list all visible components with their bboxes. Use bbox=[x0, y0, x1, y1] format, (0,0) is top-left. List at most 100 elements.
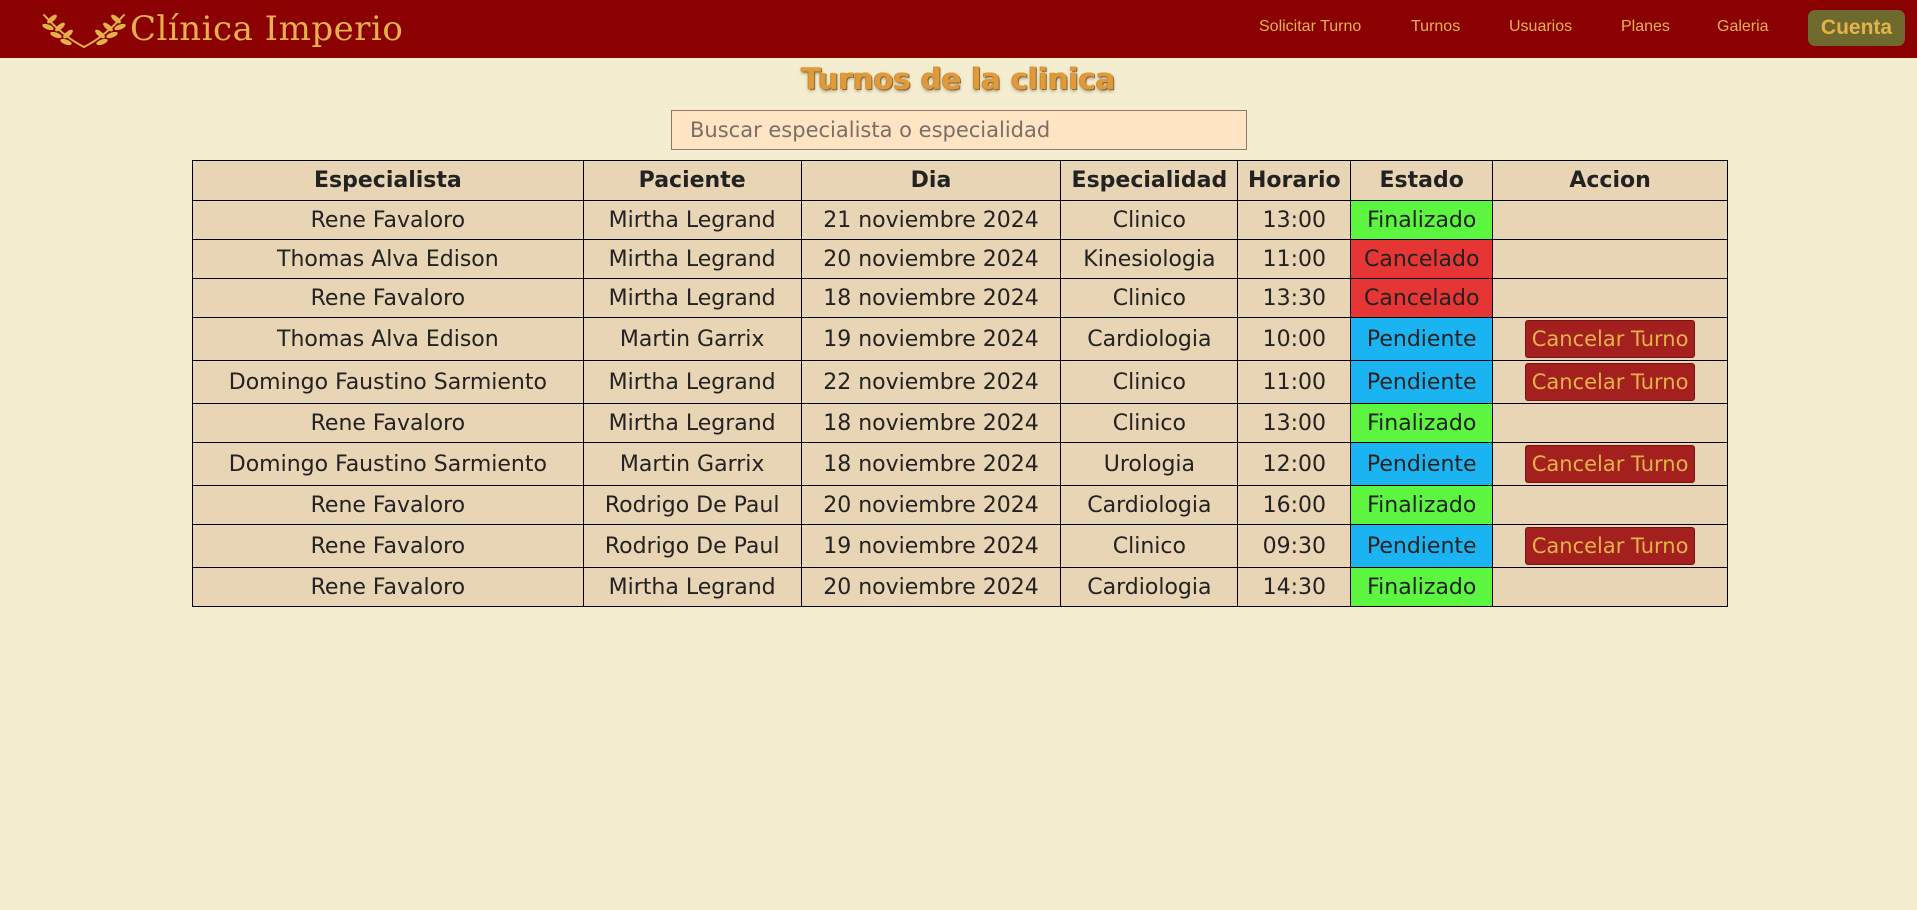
cell-especialista: Rene Favaloro bbox=[192, 403, 584, 443]
cell-especialidad: Urologia bbox=[1060, 442, 1239, 486]
nav-solicitar-turno[interactable]: Solicitar Turno bbox=[1259, 18, 1361, 36]
cell-paciente: Mirtha Legrand bbox=[582, 360, 802, 404]
cell-accion: Cancelar Turno bbox=[1492, 442, 1728, 486]
cell-dia: 18 noviembre 2024 bbox=[800, 403, 1062, 443]
cell-accion bbox=[1492, 485, 1728, 525]
table-row: Domingo Faustino Sarmiento Mirtha Legrand… bbox=[192, 360, 1728, 404]
cell-horario: 13:30 bbox=[1237, 278, 1352, 318]
cell-horario: 10:00 bbox=[1237, 317, 1352, 361]
nav-galeria[interactable]: Galeria bbox=[1717, 18, 1769, 36]
nav-turnos[interactable]: Turnos bbox=[1411, 18, 1460, 36]
cell-dia: 18 noviembre 2024 bbox=[800, 442, 1062, 486]
cell-especialista: Rene Favaloro bbox=[192, 278, 584, 318]
account-button[interactable]: Cuenta bbox=[1808, 10, 1905, 46]
table-row: Rene Favaloro Rodrigo De Paul 20 noviembre… bbox=[192, 485, 1728, 525]
cell-horario: 11:00 bbox=[1237, 239, 1352, 279]
cell-dia: 18 noviembre 2024 bbox=[800, 278, 1062, 318]
cell-horario: 14:30 bbox=[1237, 567, 1352, 607]
nav-usuarios[interactable]: Usuarios bbox=[1509, 18, 1572, 36]
cell-dia: 20 noviembre 2024 bbox=[800, 567, 1062, 607]
cell-especialidad: Clinico bbox=[1060, 403, 1239, 443]
column-header-especialidad: Especialidad bbox=[1060, 160, 1239, 201]
cell-accion bbox=[1492, 567, 1728, 607]
status-badge: Cancelado bbox=[1350, 239, 1494, 279]
cancel-turno-button[interactable]: Cancelar Turno bbox=[1524, 445, 1696, 483]
cell-horario: 16:00 bbox=[1237, 485, 1352, 525]
cell-paciente: Mirtha Legrand bbox=[582, 278, 802, 318]
cell-paciente: Mirtha Legrand bbox=[582, 403, 802, 443]
table-row: Rene Favaloro Mirtha Legrand 18 noviembre … bbox=[192, 403, 1728, 443]
brand-name: Clínica Imperio bbox=[130, 9, 404, 49]
cell-paciente: Martin Garrix bbox=[582, 317, 802, 361]
turnos-table: Especialista Paciente Dia Especialidad H… bbox=[192, 160, 1728, 607]
cell-especialidad: Cardiologia bbox=[1060, 485, 1239, 525]
cell-horario: 13:00 bbox=[1237, 403, 1352, 443]
table-row: Rene Favaloro Rodrigo De Paul 19 noviembre… bbox=[192, 524, 1728, 568]
status-badge: Pendiente bbox=[1350, 317, 1494, 361]
cell-especialista: Rene Favaloro bbox=[192, 567, 584, 607]
column-header-paciente: Paciente bbox=[582, 160, 802, 201]
column-header-estado: Estado bbox=[1350, 160, 1494, 201]
column-header-horario: Horario bbox=[1237, 160, 1352, 201]
cell-dia: 21 noviembre 2024 bbox=[800, 200, 1062, 240]
status-badge: Pendiente bbox=[1350, 442, 1494, 486]
cell-dia: 19 noviembre 2024 bbox=[800, 317, 1062, 361]
cell-especialidad: Kinesiologia bbox=[1060, 239, 1239, 279]
cell-especialista: Thomas Alva Edison bbox=[192, 239, 584, 279]
cell-especialidad: Clinico bbox=[1060, 524, 1239, 568]
cell-horario: 11:00 bbox=[1237, 360, 1352, 404]
cell-especialista: Rene Favaloro bbox=[192, 485, 584, 525]
brand[interactable]: Clínica Imperio bbox=[38, 4, 403, 54]
status-badge: Pendiente bbox=[1350, 524, 1494, 568]
table-row: Rene Favaloro Mirtha Legrand 21 noviembre … bbox=[192, 200, 1728, 240]
cancel-turno-button[interactable]: Cancelar Turno bbox=[1524, 320, 1696, 358]
cell-paciente: Rodrigo De Paul bbox=[582, 485, 802, 525]
cell-accion bbox=[1492, 403, 1728, 443]
cell-horario: 13:00 bbox=[1237, 200, 1352, 240]
cell-especialista: Domingo Faustino Sarmiento bbox=[192, 442, 584, 486]
navbar: Clínica Imperio Solicitar Turno Turnos U… bbox=[0, 0, 1917, 58]
nav-planes[interactable]: Planes bbox=[1621, 18, 1670, 36]
cell-accion bbox=[1492, 239, 1728, 279]
column-header-especialista: Especialista bbox=[192, 160, 584, 201]
table-row: Thomas Alva Edison Mirtha Legrand 20 novie… bbox=[192, 239, 1728, 279]
column-header-dia: Dia bbox=[800, 160, 1062, 201]
status-badge: Cancelado bbox=[1350, 278, 1494, 318]
cell-paciente: Rodrigo De Paul bbox=[582, 524, 802, 568]
table-row: Rene Favaloro Mirtha Legrand 18 noviembre … bbox=[192, 278, 1728, 318]
cell-paciente: Mirtha Legrand bbox=[582, 239, 802, 279]
cell-accion: Cancelar Turno bbox=[1492, 524, 1728, 568]
cell-paciente: Martin Garrix bbox=[582, 442, 802, 486]
cancel-turno-button[interactable]: Cancelar Turno bbox=[1524, 363, 1696, 401]
column-header-accion: Accion bbox=[1492, 160, 1728, 201]
cancel-turno-button[interactable]: Cancelar Turno bbox=[1524, 527, 1696, 565]
cell-especialista: Rene Favaloro bbox=[192, 524, 584, 568]
cell-accion bbox=[1492, 278, 1728, 318]
cell-especialidad: Cardiologia bbox=[1060, 567, 1239, 607]
page-title: Turnos de la clinica bbox=[801, 62, 1116, 96]
status-badge: Finalizado bbox=[1350, 200, 1494, 240]
table-row: Rene Favaloro Mirtha Legrand 20 noviembre … bbox=[192, 567, 1728, 607]
search-input[interactable] bbox=[671, 110, 1247, 150]
cell-especialista: Rene Favaloro bbox=[192, 200, 584, 240]
cell-accion: Cancelar Turno bbox=[1492, 360, 1728, 404]
cell-dia: 22 noviembre 2024 bbox=[800, 360, 1062, 404]
cell-accion: Cancelar Turno bbox=[1492, 317, 1728, 361]
cell-especialidad: Cardiologia bbox=[1060, 317, 1239, 361]
laurel-logo-icon bbox=[42, 14, 126, 48]
cell-especialista: Thomas Alva Edison bbox=[192, 317, 584, 361]
status-badge: Finalizado bbox=[1350, 567, 1494, 607]
cell-horario: 12:00 bbox=[1237, 442, 1352, 486]
table-row: Domingo Faustino Sarmiento Martin Garrix 1… bbox=[192, 442, 1728, 486]
cell-horario: 09:30 bbox=[1237, 524, 1352, 568]
status-badge: Pendiente bbox=[1350, 360, 1494, 404]
cell-paciente: Mirtha Legrand bbox=[582, 567, 802, 607]
cell-accion bbox=[1492, 200, 1728, 240]
cell-especialidad: Clinico bbox=[1060, 360, 1239, 404]
table-row: Thomas Alva Edison Martin Garrix 19 noviem… bbox=[192, 317, 1728, 361]
table-body: Rene Favaloro Mirtha Legrand 21 noviembre … bbox=[192, 200, 1728, 607]
cell-especialidad: Clinico bbox=[1060, 200, 1239, 240]
cell-paciente: Mirtha Legrand bbox=[582, 200, 802, 240]
cell-dia: 19 noviembre 2024 bbox=[800, 524, 1062, 568]
status-badge: Finalizado bbox=[1350, 403, 1494, 443]
